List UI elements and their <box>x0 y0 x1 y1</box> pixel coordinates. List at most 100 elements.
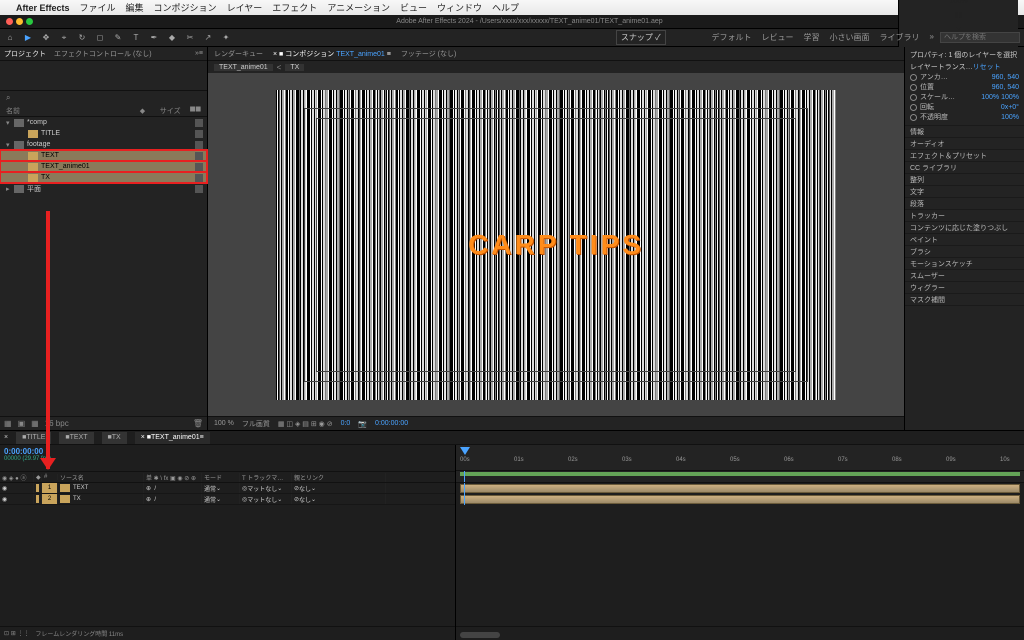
resolution-select[interactable]: フル画質 <box>242 419 270 429</box>
track-matte-select[interactable]: ◎ マットなし ⌄ <box>240 494 292 504</box>
layer-bar-2[interactable] <box>460 495 1020 504</box>
exposure-value[interactable]: 0:0 <box>341 420 351 427</box>
menu-edit[interactable]: 編集 <box>126 1 144 14</box>
comp-text[interactable]: TEXT <box>0 150 207 161</box>
viewer-icons[interactable]: ▦ ◫ ◈ ▤ ⊞ ◉ ⊘ <box>278 420 333 428</box>
panel-info[interactable]: 情報 <box>905 126 1024 138</box>
playhead-line[interactable] <box>464 483 465 505</box>
clone-tool-icon[interactable]: ◆ <box>166 32 178 44</box>
pen-tool-icon[interactable]: ✎ <box>112 32 124 44</box>
stopwatch-icon[interactable] <box>910 84 917 91</box>
breadcrumb-tx[interactable]: TX <box>285 64 304 71</box>
prop-scale[interactable]: スケール…100% 100% <box>910 92 1019 102</box>
parent-select[interactable]: ⊘ なし ⌄ <box>292 494 386 504</box>
col-mode[interactable]: モード <box>202 473 240 482</box>
track-matte-select[interactable]: ◎ マットなし ⌄ <box>240 483 292 493</box>
work-area[interactable] <box>460 472 1020 476</box>
tl-tab-text[interactable]: ■ TEXT <box>59 432 93 444</box>
workspace-small[interactable]: 小さい画面 <box>830 32 870 43</box>
comp-text-anime01[interactable]: TEXT_anime01 <box>0 161 207 172</box>
new-folder-icon[interactable]: ▣ <box>18 419 26 428</box>
minimize-icon[interactable] <box>16 18 23 25</box>
col-av-icons[interactable]: ◉ ◈ ● ⓐ <box>0 473 34 482</box>
visibility-icon[interactable]: ◉ <box>2 485 7 492</box>
app-name[interactable]: After Effects <box>16 3 70 13</box>
stopwatch-icon[interactable] <box>910 94 917 101</box>
menu-composition[interactable]: コンポジション <box>154 1 217 14</box>
toggle-switches-icon[interactable]: ⊡ ⊞ ⋮⋮ <box>4 630 29 637</box>
current-time[interactable]: 0:00:00:00 <box>375 420 408 427</box>
comp-tx[interactable]: TX <box>0 172 207 183</box>
help-search-input[interactable] <box>940 32 1020 43</box>
comp-link[interactable]: TEXT_anime01 <box>336 51 385 58</box>
prop-position[interactable]: 位置960, 540 <box>910 82 1019 92</box>
prop-rotation[interactable]: 回転0x+0° <box>910 102 1019 112</box>
col-parent[interactable]: 親とリンク <box>292 473 386 482</box>
trash-icon[interactable]: 🗑 <box>193 419 203 428</box>
layer-switches[interactable]: ⊕ / <box>144 494 202 504</box>
project-search[interactable]: ⌕ <box>0 91 207 105</box>
tl-tab-tx[interactable]: ■ TX <box>102 432 127 444</box>
zoom-select[interactable]: 100 % <box>214 420 234 427</box>
menu-layer[interactable]: レイヤー <box>227 1 263 14</box>
tab-project[interactable]: プロジェクト <box>4 49 46 59</box>
tl-tab-anime01[interactable]: × ■ TEXT_anime01 ≡ <box>135 432 210 444</box>
layer-row-2[interactable]: ◉ 2 TX ⊕ / 通常 ⌄ ◎ マットなし ⌄ ⊘ なし ⌄ <box>0 494 455 505</box>
visibility-icon[interactable]: ◉ <box>2 496 7 503</box>
panel-tracker[interactable]: トラッカー <box>905 210 1024 222</box>
playhead-icon[interactable] <box>460 447 470 455</box>
camera-icon[interactable]: 📷 <box>358 420 367 428</box>
timeline-tracks[interactable]: 00s 01s 02s 03s 04s 05s 06s 07s 08s 09s … <box>456 445 1024 640</box>
workspace-review[interactable]: レビュー <box>762 32 794 43</box>
tl-tab-close-icon[interactable]: × <box>4 434 8 441</box>
menu-animation[interactable]: アニメーション <box>327 1 390 14</box>
stopwatch-icon[interactable] <box>910 74 917 81</box>
workspace-more-icon[interactable]: » <box>930 32 934 43</box>
home-icon[interactable]: ⌂ <box>4 32 16 44</box>
workspace-library[interactable]: ライブラリ <box>880 32 920 43</box>
menu-window[interactable]: ウィンドウ <box>437 1 482 14</box>
folder-comp[interactable]: ▾*comp <box>0 117 207 128</box>
panel-wiggler[interactable]: ウィグラー <box>905 282 1024 294</box>
traffic-lights[interactable] <box>6 18 33 25</box>
puppet-tool-icon[interactable]: ✦ <box>220 32 232 44</box>
hero-text[interactable]: CARP TIPS <box>468 229 644 261</box>
project-tree[interactable]: ▾*comp TITLE ▾footage TEXT TEXT_anime01 … <box>0 117 207 416</box>
panel-brush[interactable]: ブラシ <box>905 246 1024 258</box>
col-number[interactable]: # <box>42 474 58 480</box>
snap-toggle[interactable]: スナップ ✓ <box>616 30 666 45</box>
rect-tool-icon[interactable]: ◻ <box>94 32 106 44</box>
playhead-line[interactable] <box>464 471 465 482</box>
viewer-area[interactable]: CARP TIPS <box>208 73 904 416</box>
new-comp-icon[interactable]: ▦ <box>31 419 39 428</box>
workspace-learn[interactable]: 学習 <box>804 32 820 43</box>
col-source[interactable]: ソース名 <box>58 473 144 482</box>
menu-effect[interactable]: エフェクト <box>272 1 317 14</box>
panel-cclib[interactable]: CC ライブラリ <box>905 162 1024 174</box>
blend-mode-select[interactable]: 通常 ⌄ <box>202 494 240 504</box>
workspace-default[interactable]: デフォルト <box>712 32 752 43</box>
close-icon[interactable] <box>6 18 13 25</box>
zoom-icon[interactable] <box>26 18 33 25</box>
panel-paragraph[interactable]: 段落 <box>905 198 1024 210</box>
col-name[interactable]: 名前 <box>6 106 140 116</box>
col-label-icon[interactable]: ⯀⯀ <box>190 107 201 115</box>
reset-link[interactable]: リセット <box>973 62 1001 72</box>
time-navigator[interactable]: 00s 01s 02s 03s 04s 05s 06s 07s 08s 09s … <box>456 445 1024 471</box>
rotate-tool-icon[interactable]: ↻ <box>76 32 88 44</box>
prop-opacity[interactable]: 不透明度100% <box>910 112 1019 122</box>
interpret-icon[interactable]: ▦ <box>4 419 12 428</box>
col-size[interactable]: サイズ <box>160 106 190 116</box>
brush-tool-icon[interactable]: ✒ <box>148 32 160 44</box>
panel-menu-icon[interactable]: »≡ <box>195 50 203 57</box>
folder-footage[interactable]: ▾footage <box>0 139 207 150</box>
time-zoom-scrollbar[interactable] <box>460 632 500 638</box>
panel-smoother[interactable]: スムーザー <box>905 270 1024 282</box>
tab-effect-controls[interactable]: エフェクトコントロール (なし) <box>54 49 152 59</box>
panel-audio[interactable]: オーディオ <box>905 138 1024 150</box>
parent-select[interactable]: ⊘ なし ⌄ <box>292 483 386 493</box>
col-trackmatte[interactable]: T トラックマ… <box>240 473 292 482</box>
panel-align[interactable]: 整列 <box>905 174 1024 186</box>
tab-render-queue[interactable]: レンダーキュー <box>214 49 263 59</box>
transform-head[interactable]: レイヤートランス… <box>910 62 973 72</box>
